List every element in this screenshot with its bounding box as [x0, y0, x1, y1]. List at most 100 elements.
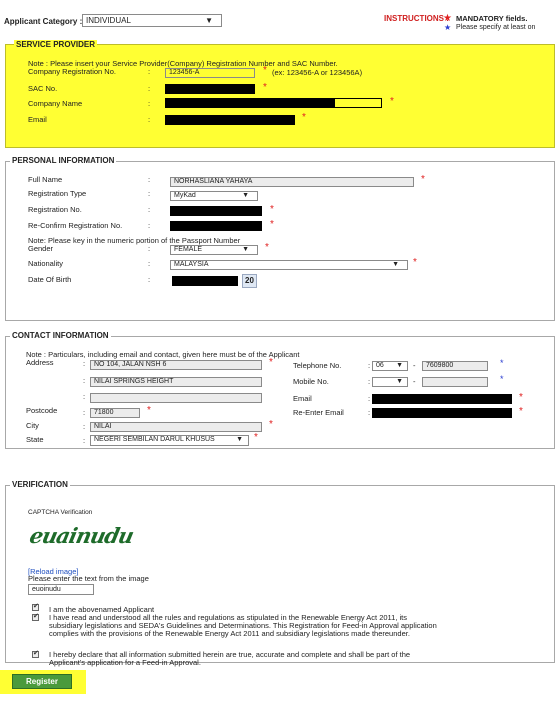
- fullname-input[interactable]: NORHASLIANA YAHAYA: [170, 177, 414, 187]
- chevron-down-icon: ▼: [236, 436, 243, 443]
- company-reg-hint: (ex: 123456-A or 123456A): [272, 68, 363, 77]
- required-star-icon: *: [413, 257, 417, 268]
- required-star-icon: *: [519, 406, 523, 417]
- required-star-icon: *: [302, 112, 306, 123]
- category-label: Applicant Category :: [4, 17, 83, 26]
- service-provider-legend: SERVICE PROVIDER: [14, 40, 97, 49]
- dob-label: Date Of Birth: [28, 275, 72, 284]
- company-name-input[interactable]: [165, 98, 382, 108]
- email-input[interactable]: [372, 394, 512, 404]
- mobile-prefix-select[interactable]: ▼: [372, 377, 408, 387]
- dash: -: [413, 377, 416, 386]
- colon: :: [148, 84, 151, 93]
- required-star-icon: *: [263, 82, 267, 93]
- tel-input[interactable]: 7609800: [422, 361, 488, 371]
- colon: :: [368, 377, 371, 386]
- regtype-label: Registration Type: [28, 189, 87, 198]
- dash: -: [413, 361, 416, 370]
- reconfirm-input[interactable]: [170, 221, 262, 231]
- declaration-checkbox-1[interactable]: [32, 602, 39, 611]
- star-blue-icon: ★: [444, 23, 452, 32]
- colon: :: [148, 175, 151, 184]
- category-value: INDIVIDUAL: [86, 16, 131, 25]
- colon: :: [83, 408, 86, 417]
- mobile-label: Mobile No.: [293, 377, 329, 386]
- enter-text-label: Please enter the text from the image: [28, 574, 149, 583]
- required-star-icon: *: [269, 357, 273, 368]
- captcha-label: CAPTCHA Verification: [28, 509, 93, 516]
- required-star-icon: *: [390, 96, 394, 107]
- state-label: State: [26, 435, 44, 444]
- gender-label: Gender: [28, 244, 54, 253]
- calendar-icon[interactable]: 20: [242, 274, 257, 288]
- colon: :: [148, 275, 151, 284]
- contact-note: Note : Particulars, including email and …: [26, 350, 300, 359]
- regtype-select[interactable]: MyKad ▼: [170, 191, 258, 201]
- colon: :: [83, 422, 86, 431]
- specify-text: Please specify at least on: [456, 24, 536, 31]
- company-reg-input[interactable]: 123456-A: [165, 68, 255, 78]
- reemail-input[interactable]: [372, 408, 512, 418]
- colon: :: [83, 392, 86, 401]
- required-star-icon: *: [254, 432, 258, 443]
- reemail-label: Re-Enter Email: [293, 408, 344, 417]
- chevron-down-icon: ▼: [205, 16, 213, 25]
- declaration-checkbox-2[interactable]: [32, 612, 39, 621]
- colon: :: [148, 99, 151, 108]
- passport-note: Note: Please key in the numeric portion …: [28, 236, 241, 245]
- address-line1-input[interactable]: NO 104, JALAN NSH 6: [90, 360, 262, 370]
- colon: :: [148, 205, 151, 214]
- mobile-input[interactable]: [422, 377, 488, 387]
- gender-value: FEMALE: [174, 246, 203, 253]
- captcha-input[interactable]: euoinudu: [28, 584, 94, 595]
- colon: :: [368, 394, 371, 403]
- tel-prefix-select[interactable]: 06 ▼: [372, 361, 408, 371]
- colon: :: [148, 259, 151, 268]
- chevron-down-icon: ▼: [396, 378, 403, 385]
- sac-input[interactable]: [165, 84, 255, 94]
- address-line2-input[interactable]: NILAI SPRINGS HEIGHT: [90, 377, 262, 387]
- sp-email-label: Email: [28, 115, 47, 124]
- colon: :: [148, 244, 151, 253]
- tel-label: Telephone No.: [293, 361, 342, 370]
- colon: :: [83, 436, 86, 445]
- colon: :: [148, 115, 151, 124]
- nationality-select[interactable]: MALAYSIA ▼: [170, 260, 408, 270]
- star-blue-icon: *: [500, 374, 504, 384]
- required-star-icon: *: [421, 174, 425, 185]
- register-label: Register: [25, 677, 58, 686]
- colon: :: [368, 408, 371, 417]
- instructions-label: INSTRUCTIONS :: [384, 14, 449, 23]
- city-input[interactable]: NILAI: [90, 422, 262, 432]
- colon: :: [148, 221, 151, 230]
- required-star-icon: *: [265, 242, 269, 253]
- dob-suffix: 20: [245, 276, 254, 285]
- required-star-icon: *: [270, 204, 274, 215]
- required-star-icon: *: [270, 219, 274, 230]
- category-select[interactable]: INDIVIDUAL ▼: [82, 14, 222, 27]
- dob-input[interactable]: [172, 276, 238, 286]
- address-label: Address: [26, 358, 54, 367]
- chevron-down-icon: ▼: [242, 246, 249, 253]
- star-blue-icon: *: [500, 358, 504, 368]
- declaration-checkbox-3[interactable]: [32, 649, 39, 658]
- verification-legend: VERIFICATION: [10, 480, 70, 489]
- gender-select[interactable]: FEMALE ▼: [170, 245, 258, 255]
- address-line3-input[interactable]: [90, 393, 262, 403]
- regno-label: Registration No.: [28, 205, 82, 214]
- chevron-down-icon: ▼: [396, 362, 403, 369]
- regno-input[interactable]: [170, 206, 262, 216]
- register-button[interactable]: Register: [12, 674, 72, 689]
- fullname-label: Full Name: [28, 175, 63, 184]
- sp-email-input[interactable]: [164, 114, 296, 126]
- required-star-icon: *: [147, 405, 151, 416]
- company-name-unredacted: [335, 99, 381, 107]
- state-value: NEGERI SEMBILAN DARUL KHUSUS: [94, 436, 215, 443]
- regtype-value: MyKad: [174, 192, 196, 199]
- reconfirm-label: Re-Confirm Registration No.: [28, 221, 123, 230]
- personal-legend: PERSONAL INFORMATION: [10, 156, 117, 165]
- state-select[interactable]: NEGERI SEMBILAN DARUL KHUSUS ▼: [90, 435, 249, 446]
- declaration-3: I hereby declare that all information su…: [49, 650, 411, 667]
- postcode-input[interactable]: 71800: [90, 408, 140, 418]
- mandatory-text: MANDATORY fields.: [456, 14, 528, 23]
